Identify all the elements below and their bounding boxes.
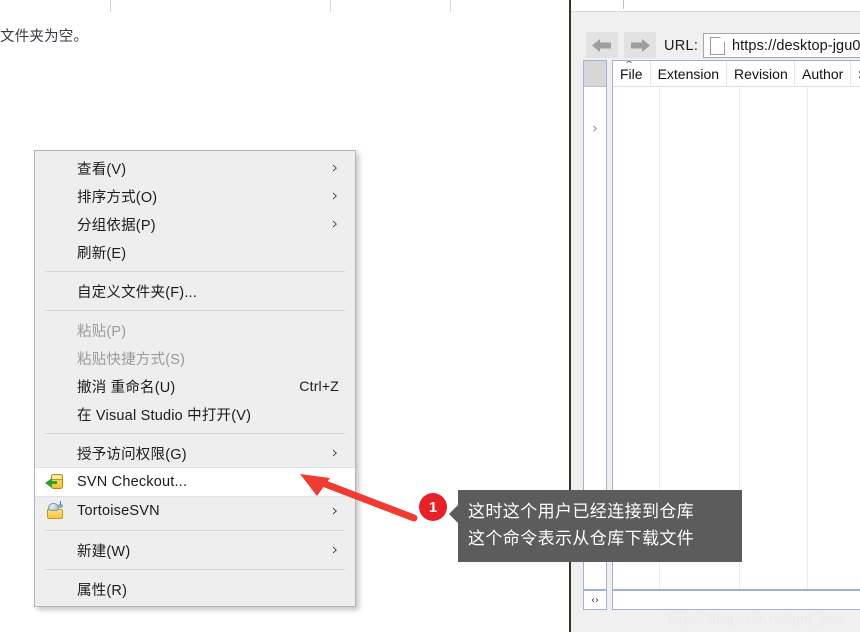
column-separator-tick — [110, 0, 111, 12]
menu-item-label: 在 Visual Studio 中打开(V) — [77, 407, 252, 424]
menu-item-customize-folder[interactable]: 自定义文件夹(F)... — [35, 277, 355, 305]
annotation-badge-1: 1 — [419, 493, 447, 521]
annotation-callout-1: 这时这个用户已经连接到仓库 这个命令表示从仓库下载文件 — [449, 490, 742, 562]
menu-item-group-by[interactable]: 分组依据(P) › — [35, 210, 355, 238]
menu-item-give-access-to[interactable]: 授予访问权限(G) › — [35, 439, 355, 467]
watermark: https://blog.csdn.net/grd_java — [668, 611, 844, 626]
column-separator-tick — [330, 0, 331, 12]
menu-item-sort-by[interactable]: 排序方式(O) › — [35, 182, 355, 210]
menu-item-label: SVN Checkout... — [77, 474, 188, 490]
menu-item-undo-rename[interactable]: 撤消 重命名(U) Ctrl+Z — [35, 372, 355, 400]
chevron-right-icon: › — [331, 185, 339, 206]
callout-line-2: 这个命令表示从仓库下载文件 — [468, 529, 695, 548]
chevron-right-icon: › — [331, 213, 339, 234]
menu-separator — [45, 569, 345, 570]
column-header-author[interactable]: Author — [795, 61, 852, 86]
explorer-context-menu[interactable]: 查看(V) › 排序方式(O) › 分组依据(P) › 刷新(E) 自定义文件夹… — [34, 150, 356, 607]
file-list-header: ^ File Extension Revision Author S — [613, 61, 860, 87]
menu-item-label: 排序方式(O) — [77, 189, 158, 206]
menu-item-new[interactable]: 新建(W) › — [35, 536, 355, 564]
menu-item-label: 撤消 重命名(U) — [77, 379, 176, 396]
svn-checkout-icon — [43, 473, 67, 491]
titlebar-tick — [623, 0, 624, 9]
menu-item-label: 授予访问权限(G) — [77, 446, 187, 463]
chevron-right-icon: › — [331, 442, 339, 463]
url-label: URL: — [664, 38, 699, 54]
repo-toolbar: URL: https://desktop-jgu0 — [571, 12, 860, 58]
horizontal-splitter-handle[interactable]: ‹› — [583, 590, 607, 610]
file-list-footer — [612, 590, 860, 610]
menu-item-label: 自定义文件夹(F)... — [77, 284, 197, 301]
grid-line — [807, 87, 808, 589]
menu-separator — [45, 433, 345, 434]
menu-item-refresh[interactable]: 刷新(E) — [35, 238, 355, 266]
menu-item-svn-checkout[interactable]: SVN Checkout... — [35, 467, 355, 497]
menu-item-label: 刷新(E) — [77, 245, 127, 262]
menu-item-properties[interactable]: 属性(R) — [35, 575, 355, 603]
column-header-revision[interactable]: Revision — [727, 61, 796, 86]
tree-pane-header — [584, 61, 606, 87]
menu-separator — [45, 310, 345, 311]
menu-item-label: 分组依据(P) — [77, 217, 156, 234]
column-separator-tick — [450, 0, 451, 12]
sort-ascending-icon: ^ — [625, 60, 633, 70]
chevron-right-icon: › — [331, 539, 339, 560]
right-arrow-icon — [631, 38, 650, 52]
document-icon — [710, 36, 725, 55]
menu-separator — [45, 530, 345, 531]
left-arrow-icon — [592, 38, 611, 52]
column-header-label: Revision — [734, 65, 788, 82]
menu-item-open-in-visual-studio[interactable]: 在 Visual Studio 中打开(V) — [35, 400, 355, 428]
chevron-right-icon: › — [331, 500, 339, 521]
back-button[interactable] — [586, 32, 618, 58]
menu-item-tortoisesvn[interactable]: TortoiseSVN › — [35, 497, 355, 525]
column-header-file[interactable]: ^ File — [613, 61, 651, 86]
menu-item-shortcut: Ctrl+Z — [299, 378, 339, 394]
forward-button[interactable] — [624, 32, 656, 58]
chevron-right-icon: › — [331, 157, 339, 178]
chevron-right-icon[interactable]: › — [584, 119, 606, 137]
menu-item-label: TortoiseSVN — [77, 503, 160, 519]
menu-item-view[interactable]: 查看(V) › — [35, 154, 355, 182]
menu-item-label: 粘贴快捷方式(S) — [77, 351, 186, 368]
window-titlebar — [571, 0, 860, 12]
column-header-label: Extension — [657, 65, 720, 82]
menu-item-paste-shortcut: 粘贴快捷方式(S) — [35, 344, 355, 372]
url-value: https://desktop-jgu0 — [732, 37, 860, 54]
url-input[interactable]: https://desktop-jgu0 — [703, 33, 860, 58]
tortoisesvn-icon — [43, 501, 67, 520]
menu-item-label: 查看(V) — [77, 161, 127, 178]
menu-separator — [45, 271, 345, 272]
folder-empty-message: 文件夹为空。 — [0, 29, 89, 45]
menu-item-paste: 粘贴(P) — [35, 316, 355, 344]
column-header-extension[interactable]: Extension — [651, 61, 728, 86]
callout-line-1: 这时这个用户已经连接到仓库 — [468, 502, 695, 521]
menu-item-label: 粘贴(P) — [77, 323, 127, 340]
menu-item-label: 属性(R) — [77, 582, 128, 599]
menu-item-label: 新建(W) — [77, 543, 131, 560]
column-header-size[interactable]: S — [851, 61, 860, 86]
column-header-label: Author — [802, 65, 844, 82]
